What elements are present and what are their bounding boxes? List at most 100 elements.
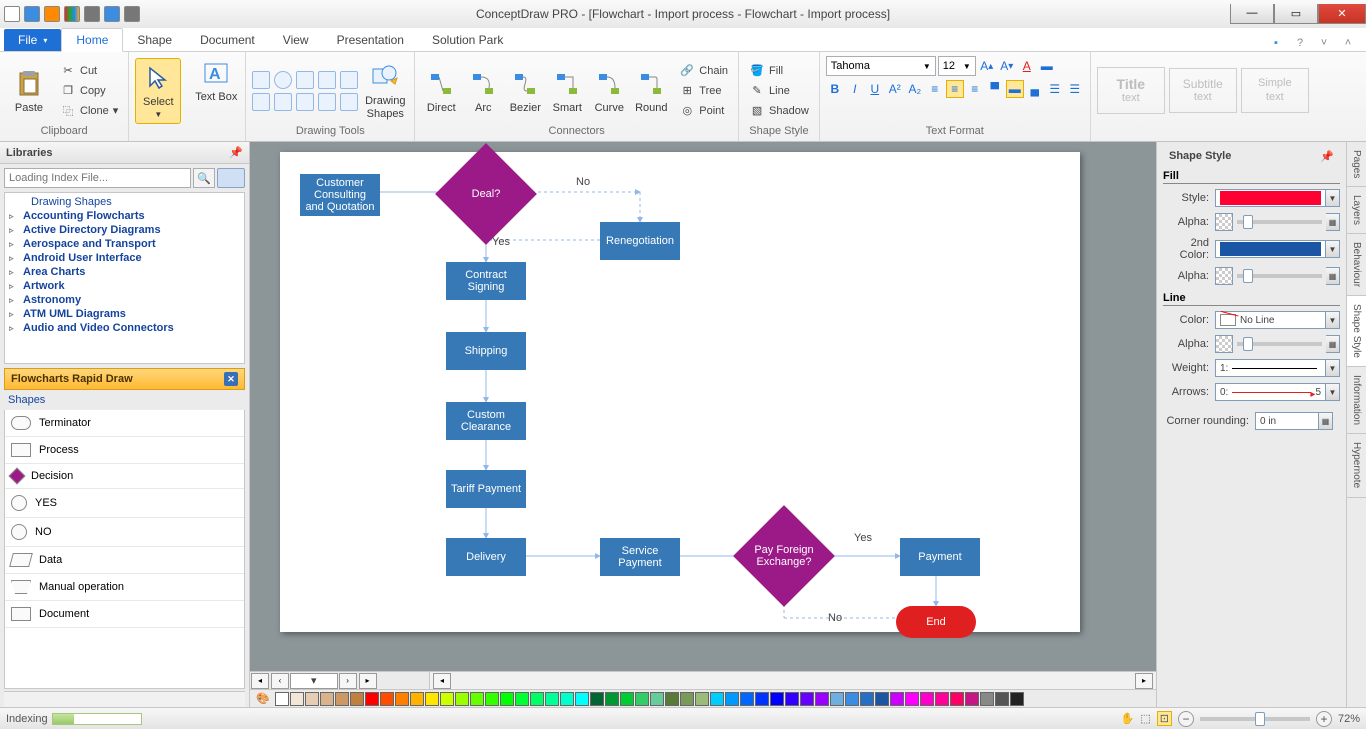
shape-no[interactable]: NO	[5, 518, 244, 547]
color-swatch[interactable]	[995, 692, 1009, 706]
paste-button[interactable]: Paste	[6, 58, 52, 124]
vtab-shape-style[interactable]: Shape Style	[1347, 296, 1366, 367]
color-swatch[interactable]	[755, 692, 769, 706]
shape-process[interactable]: Process	[5, 437, 244, 464]
color-swatch[interactable]	[620, 692, 634, 706]
canvas-hscroll[interactable]: ◂▸	[430, 672, 1156, 689]
bullets-icon[interactable]: ☰	[1046, 80, 1064, 98]
shrink-font-icon[interactable]: A▾	[998, 57, 1016, 75]
color-swatch[interactable]	[455, 692, 469, 706]
vtab-behaviour[interactable]: Behaviour	[1347, 234, 1366, 296]
section-flowcharts-rapid-draw[interactable]: Flowcharts Rapid Draw✕	[4, 368, 245, 390]
node-consult[interactable]: Customer Consulting and Quotation	[300, 174, 380, 216]
minimize-button[interactable]: —	[1230, 4, 1274, 24]
tool-arc[interactable]	[318, 71, 336, 89]
qa-icon-6[interactable]	[124, 6, 140, 22]
arc-connector[interactable]: Arc	[463, 58, 503, 124]
tree-button[interactable]: ⊞Tree	[675, 82, 732, 100]
tree-item[interactable]: ATM UML Diagrams	[9, 307, 240, 321]
color-swatch[interactable]	[530, 692, 544, 706]
tree-item[interactable]: Drawing Shapes	[9, 195, 240, 209]
color-swatch[interactable]	[575, 692, 589, 706]
fill-style-dd[interactable]: ▼	[1326, 189, 1340, 207]
align-top-icon[interactable]: ▀	[986, 80, 1004, 98]
color-swatch[interactable]	[425, 692, 439, 706]
direct-connector[interactable]: Direct	[421, 58, 461, 124]
color-swatch[interactable]	[890, 692, 904, 706]
node-payment[interactable]: Payment	[900, 538, 980, 576]
color-swatch[interactable]	[785, 692, 799, 706]
tree-item[interactable]: Android User Interface	[9, 251, 240, 265]
second-color-dd[interactable]: ▼	[1326, 240, 1340, 258]
qa-icon-2[interactable]	[44, 6, 60, 22]
color-swatch[interactable]	[830, 692, 844, 706]
node-payfx[interactable]: Pay Foreign Exchange?	[733, 505, 835, 607]
page[interactable]: Customer Consulting and Quotation Deal? …	[280, 152, 1080, 632]
palette-picker-icon[interactable]: 🎨	[256, 692, 270, 705]
alpha-spinner[interactable]: ▦	[1326, 213, 1340, 231]
copy-button[interactable]: ❐Copy	[56, 82, 122, 100]
tab-presentation[interactable]: Presentation	[323, 29, 418, 51]
select-button[interactable]: Select▼	[135, 58, 181, 124]
tool-ellipse[interactable]	[274, 71, 292, 89]
zoom-slider[interactable]	[1200, 717, 1310, 721]
library-search-input[interactable]	[4, 168, 191, 188]
vtab-hypernote[interactable]: Hypernote	[1347, 434, 1366, 497]
tab-view[interactable]: View	[269, 29, 323, 51]
color-swatch[interactable]	[485, 692, 499, 706]
chain-button[interactable]: 🔗Chain	[675, 62, 732, 80]
cut-button[interactable]: ✂Cut	[56, 62, 122, 80]
vtab-information[interactable]: Information	[1347, 367, 1366, 434]
color-swatch[interactable]	[800, 692, 814, 706]
color-swatch[interactable]	[305, 692, 319, 706]
shape-manual-operation[interactable]: Manual operation	[5, 574, 244, 601]
color-swatch[interactable]	[605, 692, 619, 706]
node-service[interactable]: Service Payment	[600, 538, 680, 576]
status-icon-3[interactable]: ⊡	[1157, 711, 1172, 726]
round-connector[interactable]: Round	[631, 58, 671, 124]
zoom-in-button[interactable]: +	[1316, 711, 1332, 727]
ribbon-expand-icon[interactable]: ˄	[1340, 35, 1356, 51]
node-shipping[interactable]: Shipping	[446, 332, 526, 370]
second-color-field[interactable]	[1215, 240, 1326, 258]
color-swatch[interactable]	[275, 692, 289, 706]
line-alpha-slider[interactable]	[1237, 342, 1322, 346]
numbers-icon[interactable]: ☰	[1066, 80, 1084, 98]
ribbon-collapse-icon[interactable]: ˅	[1316, 35, 1332, 51]
color-swatch[interactable]	[395, 692, 409, 706]
tool-1[interactable]	[252, 93, 270, 111]
font-combo[interactable]: Tahoma▼	[826, 56, 936, 76]
color-swatch[interactable]	[950, 692, 964, 706]
node-contract[interactable]: Contract Signing	[446, 262, 526, 300]
line-weight-field[interactable]: 1:	[1215, 359, 1326, 377]
color-swatch[interactable]	[980, 692, 994, 706]
status-icon-2[interactable]: ⬚	[1140, 712, 1150, 725]
color-swatch[interactable]	[965, 692, 979, 706]
color-swatch[interactable]	[320, 692, 334, 706]
node-tariff[interactable]: Tariff Payment	[446, 470, 526, 508]
color-swatch[interactable]	[290, 692, 304, 706]
size-combo[interactable]: 12▼	[938, 56, 976, 76]
shape-data[interactable]: Data	[5, 547, 244, 574]
italic-icon[interactable]: I	[846, 80, 864, 98]
color-swatch[interactable]	[1010, 692, 1024, 706]
tree-item[interactable]: Accounting Flowcharts	[9, 209, 240, 223]
node-end[interactable]: End	[896, 606, 976, 638]
bezier-connector[interactable]: Bezier	[505, 58, 545, 124]
canvas-scroll[interactable]: Customer Consulting and Quotation Deal? …	[250, 142, 1156, 671]
tab-solution-park[interactable]: Solution Park	[418, 29, 517, 51]
sheet-next[interactable]: ›	[339, 673, 357, 689]
title-text-placeholder[interactable]: Titletext	[1097, 67, 1165, 115]
tool-2[interactable]	[274, 93, 292, 111]
line-alpha-spinner[interactable]: ▦	[1326, 335, 1340, 353]
tab-document[interactable]: Document	[186, 29, 269, 51]
tree-item[interactable]: Artwork	[9, 279, 240, 293]
corner-spinner[interactable]: ▦	[1319, 412, 1333, 430]
node-renegotiation[interactable]: Renegotiation	[600, 222, 680, 260]
ribbon-icon-1[interactable]: ▪	[1268, 35, 1284, 51]
shadow-button[interactable]: ▧Shadow	[745, 102, 813, 120]
color-swatch[interactable]	[590, 692, 604, 706]
bold-icon[interactable]: B	[826, 80, 844, 98]
tool-5[interactable]	[340, 93, 358, 111]
drawing-shapes-button[interactable]: Drawing Shapes	[362, 58, 408, 124]
